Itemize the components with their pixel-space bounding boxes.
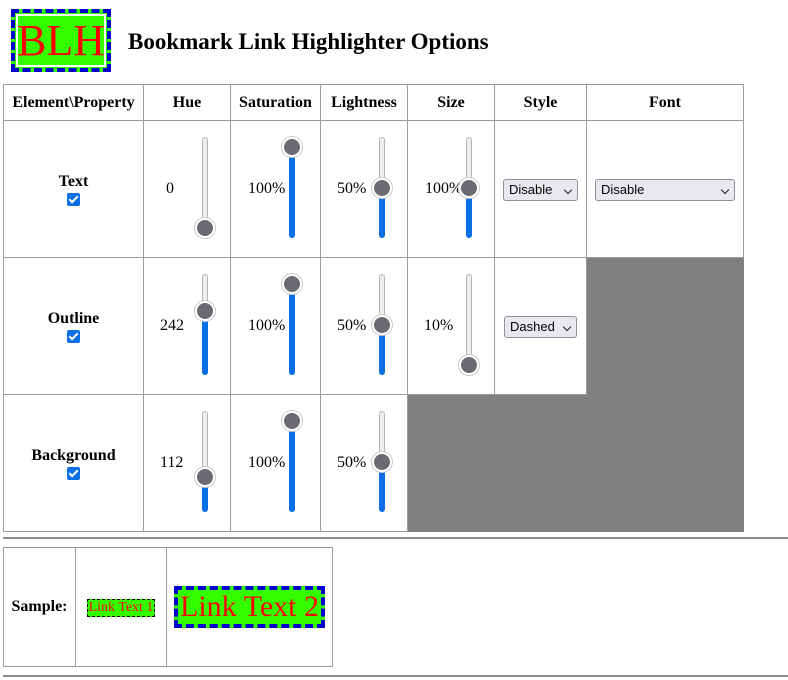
- slider-thumb[interactable]: [282, 274, 302, 294]
- slider-thumb[interactable]: [195, 218, 215, 238]
- slider-thumb[interactable]: [372, 177, 392, 198]
- row-header-background: Background: [3, 394, 144, 532]
- chevron-down-icon: [562, 322, 572, 332]
- outline-style-select[interactable]: Dashed: [504, 316, 577, 338]
- row-header-text: Text: [3, 120, 144, 258]
- column-header-hue: Hue: [143, 84, 231, 121]
- background-lightness-slider[interactable]: [370, 411, 394, 512]
- text-font-select[interactable]: Disable: [595, 179, 735, 201]
- row-label-outline: Outline: [47, 309, 100, 327]
- slider-thumb[interactable]: [282, 411, 302, 431]
- app-logo: BLH: [11, 9, 111, 72]
- column-header-lightness: Lightness: [320, 84, 408, 121]
- divider: [3, 675, 788, 677]
- sample-table: Sample: Link Text 1 Link Text 2: [3, 547, 333, 667]
- text-enabled-checkbox[interactable]: [67, 192, 80, 206]
- column-header-style: Style: [494, 84, 587, 121]
- text-lightness-slider[interactable]: [370, 137, 394, 238]
- background-hue-value: 112: [160, 454, 184, 471]
- page-title: Bookmark Link Highlighter Options: [128, 29, 489, 54]
- row-background: Background 112 100% 50%: [3, 394, 744, 532]
- background-hue-slider[interactable]: [193, 411, 217, 512]
- disabled-cell: [586, 257, 744, 395]
- sample-link-1[interactable]: Link Text 1: [86, 598, 156, 617]
- outline-size-value: 10%: [424, 317, 454, 334]
- sample-cell-1: Link Text 1: [75, 547, 167, 667]
- disabled-cell: [407, 394, 744, 532]
- outline-style-value: Dashed: [510, 319, 555, 334]
- outline-size-slider[interactable]: [457, 274, 481, 375]
- text-saturation-slider[interactable]: [280, 137, 304, 238]
- slider-thumb[interactable]: [195, 466, 215, 487]
- slider-thumb[interactable]: [459, 177, 479, 198]
- sample-link-2[interactable]: Link Text 2: [174, 586, 325, 628]
- outline-hue-value: 242: [160, 317, 184, 334]
- slider-thumb[interactable]: [282, 137, 302, 157]
- options-table: Element\Property Hue Saturation Lightnes…: [3, 84, 744, 532]
- slider-thumb[interactable]: [459, 355, 479, 375]
- slider-thumb[interactable]: [195, 300, 215, 321]
- sample-cell-2: Link Text 2: [166, 547, 333, 667]
- column-header-font: Font: [586, 84, 744, 121]
- chevron-down-icon: [563, 185, 573, 195]
- outline-lightness-value: 50%: [337, 317, 367, 334]
- background-saturation-slider[interactable]: [280, 411, 304, 512]
- text-lightness-value: 50%: [337, 180, 367, 197]
- chevron-down-icon: [720, 185, 730, 195]
- sample-label: Sample:: [3, 547, 76, 667]
- background-lightness-value: 50%: [337, 454, 367, 471]
- text-style-select[interactable]: Disable: [503, 179, 578, 201]
- background-enabled-checkbox[interactable]: [67, 466, 80, 480]
- slider-thumb[interactable]: [372, 451, 392, 472]
- row-label-text: Text: [58, 172, 89, 190]
- text-style-value: Disable: [509, 182, 553, 197]
- outline-saturation-slider[interactable]: [280, 274, 304, 375]
- row-header-outline: Outline: [3, 257, 144, 395]
- column-header-saturation: Saturation: [230, 84, 321, 121]
- row-text: Text 0 100% 50% 100% Disable Disable: [3, 120, 744, 258]
- text-size-slider[interactable]: [457, 137, 481, 238]
- column-header-size: Size: [407, 84, 495, 121]
- slider-thumb[interactable]: [372, 314, 392, 335]
- outline-hue-slider[interactable]: [193, 274, 217, 375]
- row-label-background: Background: [31, 446, 116, 464]
- outline-enabled-checkbox[interactable]: [67, 329, 80, 343]
- text-font-value: Disable: [601, 182, 645, 197]
- text-hue-value: 0: [166, 180, 174, 197]
- outline-lightness-slider[interactable]: [370, 274, 394, 375]
- column-header-element: Element\Property: [3, 84, 144, 121]
- row-outline: Outline 242 100% 50% 10% Dashed: [3, 257, 744, 395]
- divider: [3, 537, 788, 539]
- text-hue-slider[interactable]: [193, 137, 217, 238]
